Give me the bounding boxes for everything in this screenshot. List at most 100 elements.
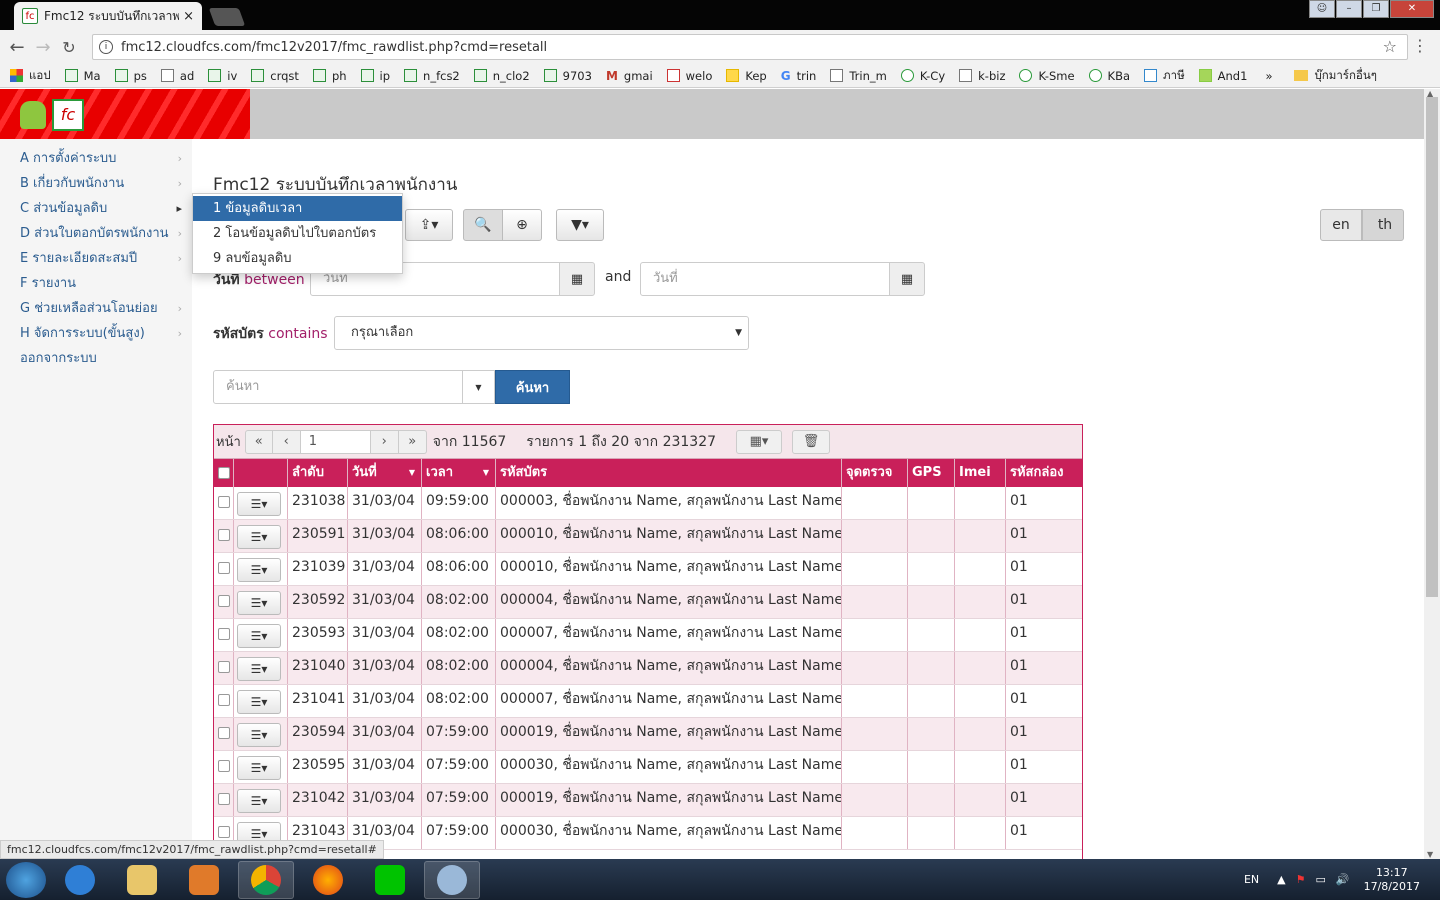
bookmark-item[interactable]: K-Sme: [1019, 69, 1075, 83]
col-time[interactable]: เวลา ▼: [422, 459, 496, 487]
last-page-button[interactable]: »: [398, 429, 427, 454]
sidebar-item-raw-data[interactable]: C ส่วนข้อมูลดิบ ▸: [0, 196, 192, 221]
row-checkbox[interactable]: [218, 628, 230, 640]
row-actions-cell[interactable]: ☰▾: [234, 619, 288, 651]
sidebar-item-timecards[interactable]: D ส่วนใบตอกบัตรพนักงาน ›: [0, 221, 192, 246]
user-icon[interactable]: ☺: [1309, 0, 1335, 18]
close-window-icon[interactable]: ✕: [1390, 0, 1434, 18]
row-select-cell[interactable]: [214, 619, 234, 651]
table-row[interactable]: ☰▾ 230593 31/03/04 08:02:00 000007, ชื่อพนัก…: [214, 619, 1082, 652]
table-row[interactable]: ☰▾ 231041 31/03/04 08:02:00 000007, ชื่อพนัก…: [214, 685, 1082, 718]
bookmark-item[interactable]: KBa: [1088, 69, 1130, 83]
sidebar-item-logout[interactable]: ออกจากระบบ: [0, 346, 192, 371]
export-button[interactable]: ⇪▾: [405, 209, 453, 241]
row-select-cell[interactable]: [214, 520, 234, 552]
volume-icon[interactable]: 🔊: [1336, 873, 1350, 886]
menu-item-raw-time[interactable]: 1 ข้อมูลดิบเวลา: [193, 196, 402, 221]
row-actions-cell[interactable]: ☰▾: [234, 718, 288, 750]
row-select-cell[interactable]: [214, 652, 234, 684]
other-bookmarks[interactable]: บุ๊กมาร์กอื่นๆ: [1294, 67, 1377, 85]
action-center-icon[interactable]: ⚑: [1296, 873, 1306, 886]
row-actions-cell[interactable]: ☰▾: [234, 553, 288, 585]
row-checkbox[interactable]: [218, 562, 230, 574]
bookmark-item[interactable]: ip: [360, 69, 390, 83]
row-select-cell[interactable]: [214, 751, 234, 783]
search-input[interactable]: ค้นหา: [213, 370, 463, 404]
row-actions-cell[interactable]: ☰▾: [234, 784, 288, 816]
row-menu-button[interactable]: ☰▾: [237, 690, 281, 714]
row-select-cell[interactable]: [214, 586, 234, 618]
calendar-icon[interactable]: ▦: [889, 262, 925, 296]
row-checkbox[interactable]: [218, 760, 230, 772]
col-date[interactable]: วันที่ ▼: [348, 459, 422, 487]
sidebar-item-help[interactable]: G ช่วยเหลือส่วนโอนย่อย ›: [0, 296, 192, 321]
row-select-cell[interactable]: [214, 685, 234, 717]
start-button[interactable]: [6, 861, 46, 898]
next-page-button[interactable]: ›: [370, 429, 399, 454]
ie-taskbar-button[interactable]: [52, 861, 108, 899]
bookmark-star-icon[interactable]: ☆: [1383, 37, 1397, 56]
bookmark-item[interactable]: Trin_m: [830, 69, 887, 83]
filter-button[interactable]: ▼▾: [556, 209, 604, 241]
table-row[interactable]: ☰▾ 231039 31/03/04 08:06:00 000010, ชื่อพนัก…: [214, 553, 1082, 586]
row-menu-button[interactable]: ☰▾: [237, 558, 281, 582]
bookmark-item[interactable]: And1: [1198, 69, 1247, 83]
sidebar-item-employees[interactable]: B เกี่ยวกับพนักงาน ›: [0, 171, 192, 196]
url-bar[interactable]: i fmc12.cloudfcs.com/fmc12v2017/fmc_rawd…: [92, 34, 1408, 60]
table-row[interactable]: ☰▾ 231040 31/03/04 08:02:00 000004, ชื่อพนัก…: [214, 652, 1082, 685]
sidebar-item-settings[interactable]: A การตั้งค่าระบบ ›: [0, 146, 192, 171]
table-row[interactable]: ☰▾ 230595 31/03/04 07:59:00 000030, ชื่อพนัก…: [214, 751, 1082, 784]
row-menu-button[interactable]: ☰▾: [237, 591, 281, 615]
bookmark-item[interactable]: Kep: [726, 69, 767, 83]
row-menu-button[interactable]: ☰▾: [237, 492, 281, 516]
row-menu-button[interactable]: ☰▾: [237, 525, 281, 549]
app-logo[interactable]: fc: [0, 89, 250, 139]
bookmark-item[interactable]: welo: [666, 69, 712, 83]
advanced-search-button[interactable]: ⊕: [502, 209, 542, 241]
row-checkbox[interactable]: [218, 727, 230, 739]
row-checkbox[interactable]: [218, 529, 230, 541]
menu-item-transfer[interactable]: 2 โอนข้อมูลดิบไปใบตอกบัตร: [193, 221, 402, 246]
col-box[interactable]: รหัสกล่อง: [1006, 459, 1082, 487]
back-icon[interactable]: ←: [4, 37, 30, 58]
col-checkpoint[interactable]: จุดตรวจ: [842, 459, 908, 487]
row-menu-button[interactable]: ☰▾: [237, 789, 281, 813]
row-checkbox[interactable]: [218, 694, 230, 706]
forward-icon[interactable]: →: [30, 37, 56, 58]
lang-en-button[interactable]: en: [1320, 209, 1362, 241]
columns-button[interactable]: ▦▾: [736, 429, 783, 454]
network-icon[interactable]: ▭: [1315, 873, 1325, 886]
bookmark-item[interactable]: n_fcs2: [404, 69, 460, 83]
browser-menu-icon[interactable]: ⋮: [1412, 36, 1428, 55]
bookmark-item[interactable]: ph: [312, 69, 347, 83]
page-number-input[interactable]: 1: [300, 429, 371, 454]
bookmarks-overflow-icon[interactable]: »: [1265, 69, 1272, 83]
row-actions-cell[interactable]: ☰▾: [234, 685, 288, 717]
row-select-cell[interactable]: [214, 553, 234, 585]
row-actions-cell[interactable]: ☰▾: [234, 520, 288, 552]
bookmark-item[interactable]: ad: [160, 69, 194, 83]
row-checkbox[interactable]: [218, 793, 230, 805]
scroll-down-icon[interactable]: ▼: [1427, 850, 1433, 859]
delete-button[interactable]: 🗑: [792, 429, 831, 454]
row-select-cell[interactable]: [214, 718, 234, 750]
table-row[interactable]: ☰▾ 230592 31/03/04 08:02:00 000004, ชื่อพนัก…: [214, 586, 1082, 619]
minimize-icon[interactable]: –: [1336, 0, 1362, 18]
bookmark-item[interactable]: K-Cy: [900, 69, 945, 83]
bookmark-item[interactable]: iv: [208, 69, 237, 83]
bookmark-item[interactable]: 9703: [543, 69, 592, 83]
media-taskbar-button[interactable]: [176, 861, 232, 899]
row-checkbox[interactable]: [218, 595, 230, 607]
info-icon[interactable]: i: [99, 40, 113, 54]
new-tab-button[interactable]: [208, 8, 246, 26]
maximize-icon[interactable]: ❐: [1363, 0, 1389, 18]
browser-tab[interactable]: fc Fmc12 ระบบบันทึกเวลาพนักงาน ×: [14, 2, 202, 30]
col-gps[interactable]: GPS: [908, 459, 955, 487]
search-options-dropdown[interactable]: ▼: [462, 370, 495, 404]
show-hidden-icons-icon[interactable]: ▲: [1277, 873, 1285, 886]
scrollbar-thumb[interactable]: [1426, 97, 1438, 597]
table-row[interactable]: ☰▾ 230591 31/03/04 08:06:00 000010, ชื่อพนัก…: [214, 520, 1082, 553]
table-row[interactable]: ☰▾ 231038 31/03/04 09:59:00 000003, ชื่อพนัก…: [214, 487, 1082, 520]
row-checkbox[interactable]: [218, 496, 230, 508]
page-scrollbar[interactable]: ▲ ▼: [1424, 89, 1440, 859]
